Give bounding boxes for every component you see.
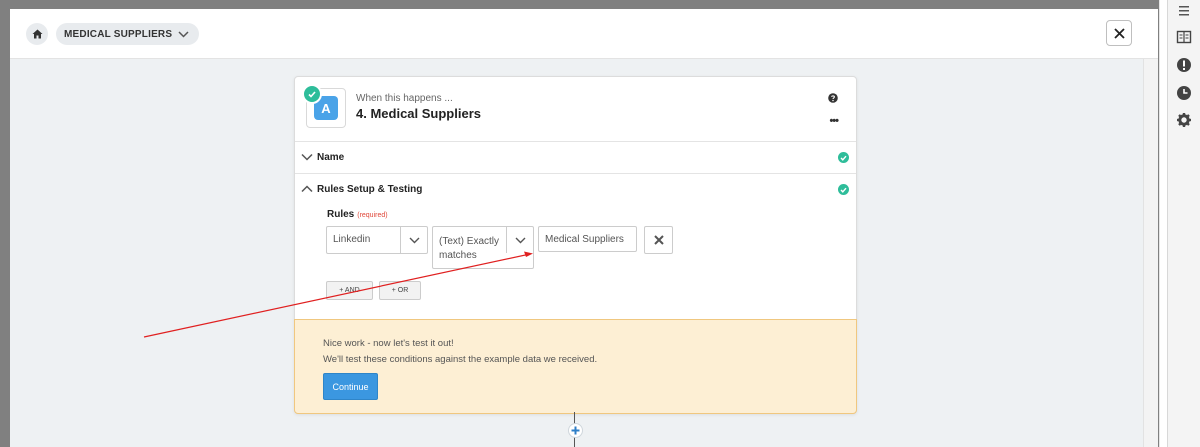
notice-body: We'll test these conditions against the … — [323, 354, 598, 365]
notice-heading: Nice work - now let's test it out! — [323, 338, 454, 349]
home-icon — [32, 29, 42, 39]
modal-header: MEDICAL SUPPLIERS — [10, 9, 1158, 59]
chevron-down-icon — [506, 227, 533, 253]
section-rules[interactable]: Rules Setup & Testing — [295, 173, 856, 205]
menu-lines-icon[interactable] — [1176, 3, 1192, 19]
rule-field-value: Linkedin — [333, 234, 371, 245]
chevron-down-icon — [301, 153, 313, 161]
step-card: A When this happens ... 4. Medical Suppl… — [294, 76, 857, 414]
remove-rule-button[interactable] — [644, 226, 673, 254]
modal-scrollbar[interactable] — [1143, 59, 1158, 447]
rules-label: Rules (required) — [327, 209, 388, 220]
rule-condition-line1: (Text) Exactly — [439, 236, 500, 247]
required-tag: (required) — [357, 212, 388, 219]
continue-button[interactable]: Continue — [323, 373, 378, 400]
section-name[interactable]: Name — [295, 141, 856, 173]
breadcrumb-label: MEDICAL SUPPLIERS — [64, 28, 173, 40]
plus-icon — [571, 426, 580, 435]
section-complete-check-icon — [838, 152, 849, 163]
app-tile[interactable]: A — [302, 84, 346, 128]
app-letter: A — [321, 100, 331, 116]
history-clock-icon[interactable] — [1176, 85, 1192, 101]
more-options-icon[interactable]: ••• — [829, 115, 839, 127]
step-complete-check-icon — [302, 84, 322, 104]
close-icon — [1113, 27, 1125, 39]
chevron-down-icon — [178, 30, 189, 38]
rule-condition-value: (Text) Exactly matches — [439, 235, 499, 263]
rules-label-text: Rules — [327, 209, 355, 220]
browser-side-rail — [1167, 0, 1200, 447]
rule-condition-line2: matches — [439, 250, 477, 261]
close-button[interactable] — [1106, 20, 1132, 46]
settings-gear-icon[interactable] — [1176, 112, 1192, 128]
rule-field-select[interactable]: Linkedin — [326, 226, 428, 254]
section-name-label: Name — [317, 152, 345, 163]
trigger-label: When this happens ... — [356, 93, 453, 104]
chevron-up-icon — [301, 185, 313, 193]
section-rules-label: Rules Setup & Testing — [317, 184, 423, 195]
editor-modal: MEDICAL SUPPLIERS A When this happens ..… — [10, 9, 1158, 447]
help-icon[interactable] — [828, 93, 838, 103]
add-or-rule-button[interactable]: + OR — [379, 281, 421, 300]
section-complete-check-icon — [838, 184, 849, 195]
alert-icon[interactable] — [1176, 57, 1192, 73]
add-and-rule-button[interactable]: + AND — [326, 281, 373, 300]
remove-x-icon — [653, 235, 664, 245]
test-notice: Nice work - now let's test it out! We'll… — [294, 319, 857, 414]
add-step-button[interactable] — [568, 423, 583, 438]
reader-view-icon[interactable] — [1176, 29, 1192, 45]
rule-value-input[interactable] — [538, 226, 637, 252]
chevron-down-icon — [400, 227, 427, 253]
rule-condition-select[interactable]: (Text) Exactly matches — [432, 226, 534, 269]
step-title[interactable]: 4. Medical Suppliers — [356, 106, 481, 121]
home-button[interactable] — [26, 23, 48, 45]
breadcrumb-dropdown[interactable]: MEDICAL SUPPLIERS — [56, 23, 200, 45]
